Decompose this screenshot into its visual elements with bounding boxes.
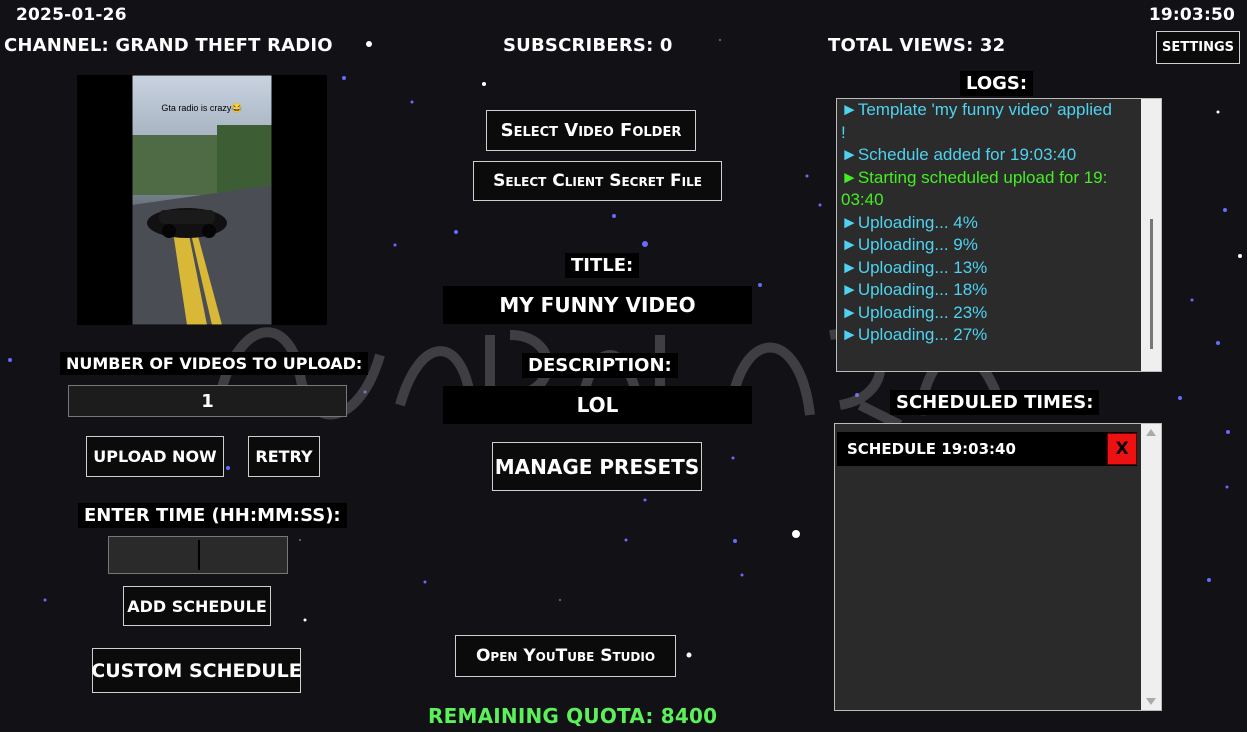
log-line: ►Template 'my funny video' applied [841, 100, 1112, 119]
channel-name: CHANNEL: GRAND THEFT RADIO [4, 35, 333, 56]
open-youtube-studio-button[interactable]: Open YouTube Studio [455, 635, 676, 677]
settings-button[interactable]: SETTINGS [1156, 31, 1240, 64]
date-display: 2025-01-26 [16, 5, 127, 25]
scheduled-times-title: SCHEDULED TIMES: [890, 390, 1100, 415]
scroll-up-icon[interactable] [1146, 429, 1156, 436]
log-line: ►Uploading... 9% [841, 235, 978, 254]
logs-scrollbar[interactable] [1141, 99, 1161, 371]
logs-scrollbar-thumb[interactable] [1150, 219, 1153, 349]
delete-schedule-button[interactable]: X [1107, 433, 1137, 465]
log-line: ►Starting scheduled upload for 19: [841, 167, 1108, 187]
title-label: TITLE: [565, 253, 640, 278]
remaining-quota: REMAINING QUOTA: 8400 [428, 704, 718, 728]
preview-caption: Gta radio is crazy😂 [161, 103, 243, 113]
scroll-down-icon[interactable] [1146, 698, 1156, 705]
logs-title: LOGS: [960, 71, 1034, 96]
log-line: ►Uploading... 4% [841, 212, 978, 232]
manage-presets-button[interactable]: MANAGE PRESETS [492, 442, 702, 491]
schedule-scrollbar[interactable] [1141, 424, 1161, 710]
scheduled-times-list: SCHEDULE 19:03:40 X [834, 423, 1162, 711]
custom-schedule-button[interactable]: CUSTOM SCHEDULE [91, 648, 302, 693]
log-line: ►Uploading... 27% [841, 325, 988, 344]
upload-now-button[interactable]: UPLOAD NOW [86, 436, 224, 477]
schedule-item-label: SCHEDULE 19:03:40 [847, 440, 1016, 458]
description-field[interactable]: LOL [443, 386, 752, 424]
schedule-item[interactable]: SCHEDULE 19:03:40 X [837, 432, 1137, 466]
num-videos-label: NUMBER OF VIDEOS TO UPLOAD: [60, 352, 369, 375]
total-views: TOTAL VIEWS: 32 [828, 35, 1006, 56]
log-line: ►Uploading... 18% [841, 280, 988, 299]
time-input[interactable] [108, 536, 288, 574]
enter-time-label: ENTER TIME (HH:MM:SS): [78, 503, 347, 528]
retry-button[interactable]: RETRY [248, 436, 320, 477]
logs-panel: ►Template 'my funny video' applied ! ►Sc… [836, 98, 1162, 372]
log-line: ! [841, 122, 846, 142]
log-line: 03:40 [841, 190, 884, 209]
video-preview: Gta radio is crazy😂 [77, 75, 327, 325]
num-videos-input[interactable] [68, 385, 347, 417]
log-line: ►Uploading... 13% [841, 257, 988, 277]
text-cursor [198, 540, 200, 570]
title-field[interactable]: MY FUNNY VIDEO [443, 286, 752, 324]
add-schedule-button[interactable]: ADD SCHEDULE [123, 586, 271, 626]
select-video-folder-button[interactable]: Select Video Folder [486, 110, 696, 151]
log-line: ►Uploading... 23% [841, 302, 988, 322]
select-client-secret-button[interactable]: Select Client Secret File [473, 161, 722, 201]
clock-display: 19:03:50 [1148, 5, 1235, 25]
log-line: ►Schedule added for 19:03:40 [841, 145, 1077, 164]
subscriber-count: SUBSCRIBERS: 0 [503, 35, 673, 56]
description-label: DESCRIPTION: [522, 353, 678, 378]
